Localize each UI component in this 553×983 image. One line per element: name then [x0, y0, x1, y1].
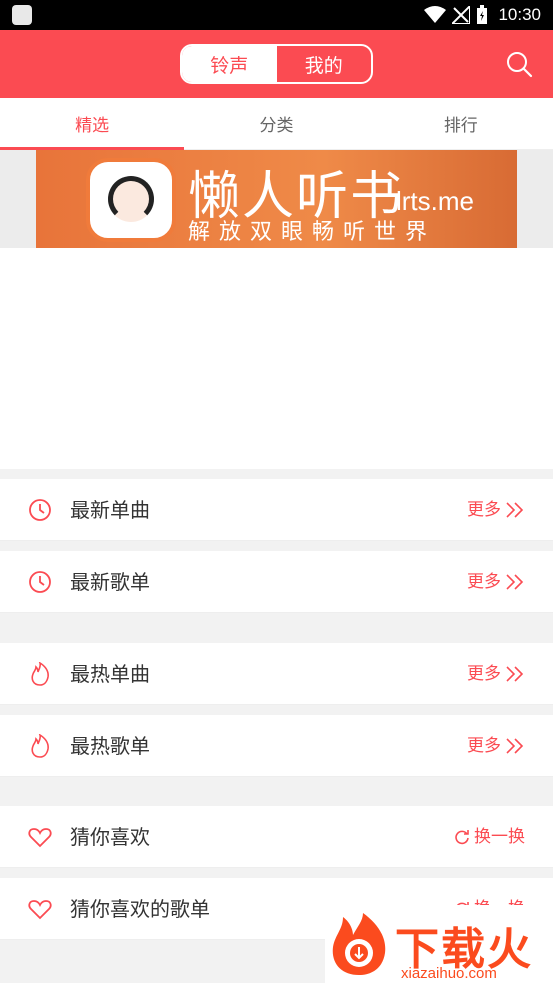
section-label: 猜你喜欢	[70, 825, 150, 849]
list-item[interactable]: 最新歌单 更多	[0, 551, 553, 613]
list-item[interactable]: 最新单曲 更多	[0, 479, 553, 541]
segment-ringtone[interactable]: 铃声	[182, 46, 277, 82]
banner-slogan: 解放双眼畅听世界	[188, 220, 437, 245]
section-label: 最热歌单	[70, 734, 150, 758]
banner-area: 懒人听书 lrts.me 解放双眼畅听世界	[0, 150, 553, 469]
flame-icon	[31, 662, 49, 686]
headphone-face-icon	[108, 176, 154, 222]
watermark: 下载火 xiazaihuo.com	[325, 905, 553, 983]
flame-logo-icon	[332, 913, 386, 975]
section-guess-you-like: 猜你喜欢 换一换	[0, 806, 553, 868]
segment-mine[interactable]: 我的	[277, 46, 372, 82]
heart-icon	[28, 828, 52, 848]
section-label: 最热单曲	[70, 662, 150, 686]
clock-icon	[29, 571, 51, 593]
refresh-button[interactable]: 换一换	[454, 806, 525, 868]
clock-icon	[29, 499, 51, 521]
section-hot-single: 最热单曲 更多	[0, 643, 553, 705]
wifi-icon	[424, 6, 447, 23]
double-chevron-right-icon	[506, 502, 524, 518]
tab-ranking[interactable]: 排行	[369, 98, 553, 149]
more-label: 更多	[467, 736, 501, 756]
section-latest-playlist: 最新歌单 更多	[0, 551, 553, 613]
banner-domain: lrts.me	[396, 186, 474, 216]
double-chevron-right-icon	[506, 574, 524, 590]
mode-switch: 铃声 我的	[180, 44, 373, 84]
no-signal-icon	[452, 6, 471, 24]
refresh-label: 换一换	[474, 827, 525, 847]
section-latest-single: 最新单曲 更多	[0, 479, 553, 541]
section-label: 最新单曲	[70, 498, 150, 522]
list-item[interactable]: 最热歌单 更多	[0, 715, 553, 777]
double-chevron-right-icon	[506, 666, 524, 682]
list-item[interactable]: 猜你喜欢 换一换	[0, 806, 553, 868]
watermark-url: xiazaihuo.com	[401, 965, 497, 982]
banner-strip: 懒人听书 lrts.me 解放双眼畅听世界	[0, 150, 553, 248]
section-label: 猜你喜欢的歌单	[70, 897, 210, 921]
flame-icon	[31, 734, 49, 758]
section-label: 最新歌单	[70, 570, 150, 594]
category-tabs: 精选 分类 排行	[0, 98, 553, 150]
list-item[interactable]: 最热单曲 更多	[0, 643, 553, 705]
clock-time: 10:30	[498, 5, 541, 24]
tab-categories[interactable]: 分类	[184, 98, 368, 149]
more-label: 更多	[467, 500, 501, 520]
battery-icon	[477, 5, 488, 24]
section-hot-playlist: 最热歌单 更多	[0, 715, 553, 777]
more-button[interactable]: 更多	[467, 551, 525, 613]
more-button[interactable]: 更多	[467, 479, 525, 541]
lrts-logo	[86, 158, 176, 242]
tab-featured[interactable]: 精选	[0, 98, 185, 150]
ad-banner[interactable]: 懒人听书 lrts.me 解放双眼畅听世界	[36, 150, 517, 248]
more-button[interactable]: 更多	[467, 715, 525, 777]
more-label: 更多	[467, 572, 501, 592]
status-icons: 10:30	[424, 4, 541, 26]
search-icon[interactable]	[505, 50, 533, 78]
double-chevron-right-icon	[506, 738, 524, 754]
more-label: 更多	[467, 664, 501, 684]
more-button[interactable]: 更多	[467, 643, 525, 705]
status-bar: 10:30	[0, 0, 553, 30]
heart-icon	[28, 900, 52, 920]
refresh-icon	[455, 830, 469, 845]
top-header: 铃声 我的	[0, 30, 553, 98]
notification-app-icon	[12, 5, 32, 25]
